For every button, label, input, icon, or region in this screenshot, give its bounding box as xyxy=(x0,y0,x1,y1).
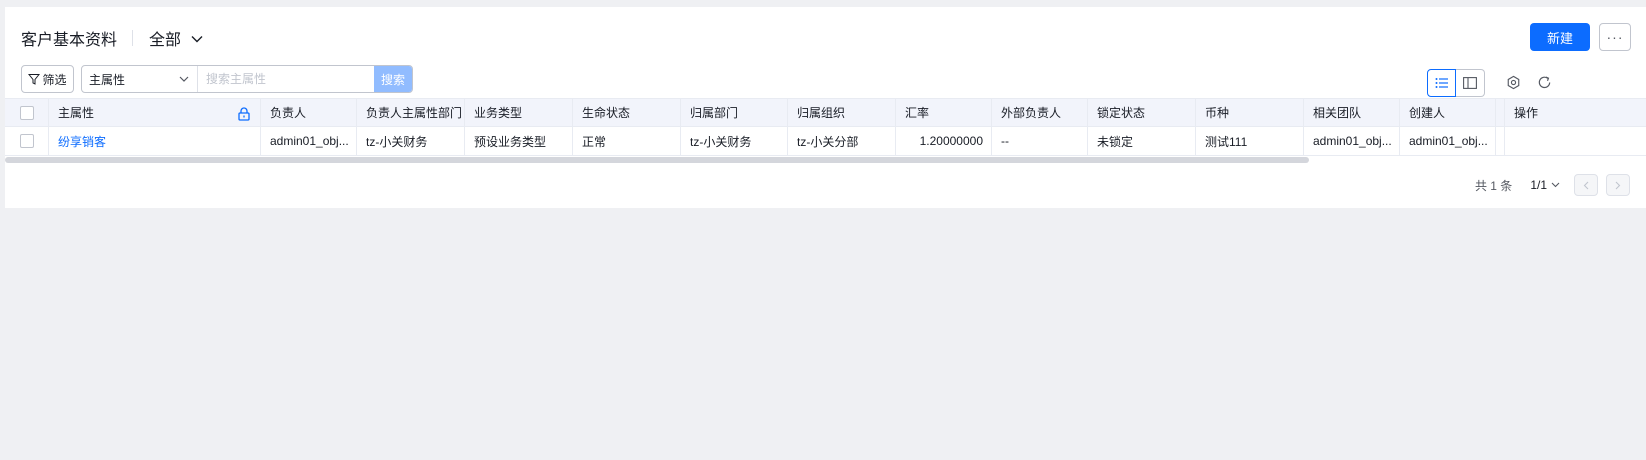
split-view-icon xyxy=(1463,77,1477,89)
search-bar: 主属性 搜索 xyxy=(81,65,413,93)
table-cell: admin01_obj... xyxy=(1400,127,1496,155)
refresh-button[interactable] xyxy=(1535,73,1553,91)
search-field-select[interactable]: 主属性 xyxy=(82,66,198,92)
view-selector-label: 全部 xyxy=(149,32,182,49)
table-cell: admin01_obj... xyxy=(261,127,357,155)
column-header[interactable]: 归属部门 xyxy=(681,99,788,126)
divider xyxy=(132,30,133,46)
data-table: 主属性 负责人 负责人主属性部门 业务类型 生命状态 归属部门 归属组织 汇率 … xyxy=(5,98,1646,164)
search-field-label: 主属性 xyxy=(89,72,126,87)
column-header[interactable]: 负责人主属性部门 xyxy=(357,99,465,126)
chevron-down-icon xyxy=(1551,182,1560,188)
settings-icon xyxy=(1507,75,1519,89)
list-view-button[interactable] xyxy=(1427,69,1456,97)
page-select[interactable]: 1/1 xyxy=(1530,178,1560,192)
column-header[interactable]: 外部负责人 xyxy=(992,99,1088,126)
column-header[interactable]: 生命状态 xyxy=(573,99,681,126)
more-button[interactable]: ··· xyxy=(1599,23,1631,51)
pagination: 共 1 条 1/1 xyxy=(1475,174,1630,196)
table-row: 纷享销客 admin01_obj... tz-小关财务 预设业务类型 正常 tz… xyxy=(5,127,1646,156)
table-cell: 测试111 xyxy=(1196,127,1304,155)
row-actions-cell xyxy=(1504,127,1646,155)
split-view-button[interactable] xyxy=(1456,69,1485,97)
search-input[interactable] xyxy=(198,66,374,92)
list-view-icon xyxy=(1435,78,1448,88)
table-cell: 正常 xyxy=(573,127,681,155)
new-button[interactable]: 新建 xyxy=(1530,23,1590,51)
column-header[interactable]: 币种 xyxy=(1196,99,1304,126)
column-header[interactable]: 归属组织 xyxy=(788,99,896,126)
search-button[interactable]: 搜索 xyxy=(374,66,412,92)
column-header[interactable]: 负责人 xyxy=(261,99,357,126)
refresh-icon xyxy=(1538,76,1550,88)
chevron-down-icon xyxy=(179,76,189,82)
row-checkbox[interactable] xyxy=(20,134,34,148)
table-cell: admin01_obj... xyxy=(1304,127,1400,155)
total-count: 共 1 条 xyxy=(1474,178,1513,193)
next-page-button[interactable] xyxy=(1606,174,1630,196)
column-header[interactable]: 业务类型 xyxy=(465,99,573,126)
table-header: 主属性 负责人 负责人主属性部门 业务类型 生命状态 归属部门 归属组织 汇率 … xyxy=(5,98,1646,127)
table-cell: 预设业务类型 xyxy=(465,127,573,155)
view-selector[interactable]: 全部 xyxy=(149,26,203,50)
column-header-label: 主属性 xyxy=(58,106,95,120)
filter-icon xyxy=(28,74,41,85)
column-header[interactable]: 创建人 xyxy=(1400,99,1496,126)
view-mode-toggle xyxy=(1427,69,1485,97)
column-header[interactable]: 相关团队 xyxy=(1304,99,1400,126)
chevron-down-icon xyxy=(191,36,203,43)
column-header: 操作 xyxy=(1504,99,1646,126)
table-cell: tz-小关财务 xyxy=(681,127,788,155)
filter-label: 筛选 xyxy=(42,72,67,87)
row-select-cell xyxy=(5,127,49,155)
table-cell: -- xyxy=(992,127,1088,155)
column-header[interactable]: 锁定状态 xyxy=(1088,99,1196,126)
page-title: 客户基本资料 xyxy=(21,32,118,49)
table-cell: tz-小关分部 xyxy=(788,127,896,155)
select-all-checkbox[interactable] xyxy=(20,105,34,120)
chevron-left-icon xyxy=(1583,181,1589,189)
lock-icon[interactable] xyxy=(238,107,250,121)
column-header[interactable]: 主属性 xyxy=(49,99,261,126)
record-name-link[interactable]: 纷享销客 xyxy=(49,127,261,155)
scrollbar-thumb[interactable] xyxy=(5,157,1309,163)
select-all-cell xyxy=(5,99,49,126)
table-cell: tz-小关财务 xyxy=(357,127,465,155)
filter-button[interactable]: 筛选 xyxy=(21,65,74,93)
list-panel: 客户基本资料 全部 新建 ··· 筛选 主属性 搜索主属性 搜索 主属性 负责人… xyxy=(5,7,1646,208)
horizontal-scrollbar[interactable] xyxy=(5,156,1646,164)
table-cell: 1.20000000 xyxy=(896,127,992,155)
settings-button[interactable] xyxy=(1504,73,1522,91)
prev-page-button[interactable] xyxy=(1574,174,1598,196)
page-indicator: 1/1 xyxy=(1530,178,1547,192)
chevron-right-icon xyxy=(1615,181,1621,189)
table-cell: 未锁定 xyxy=(1088,127,1196,155)
column-header[interactable]: 汇率 xyxy=(896,99,992,126)
